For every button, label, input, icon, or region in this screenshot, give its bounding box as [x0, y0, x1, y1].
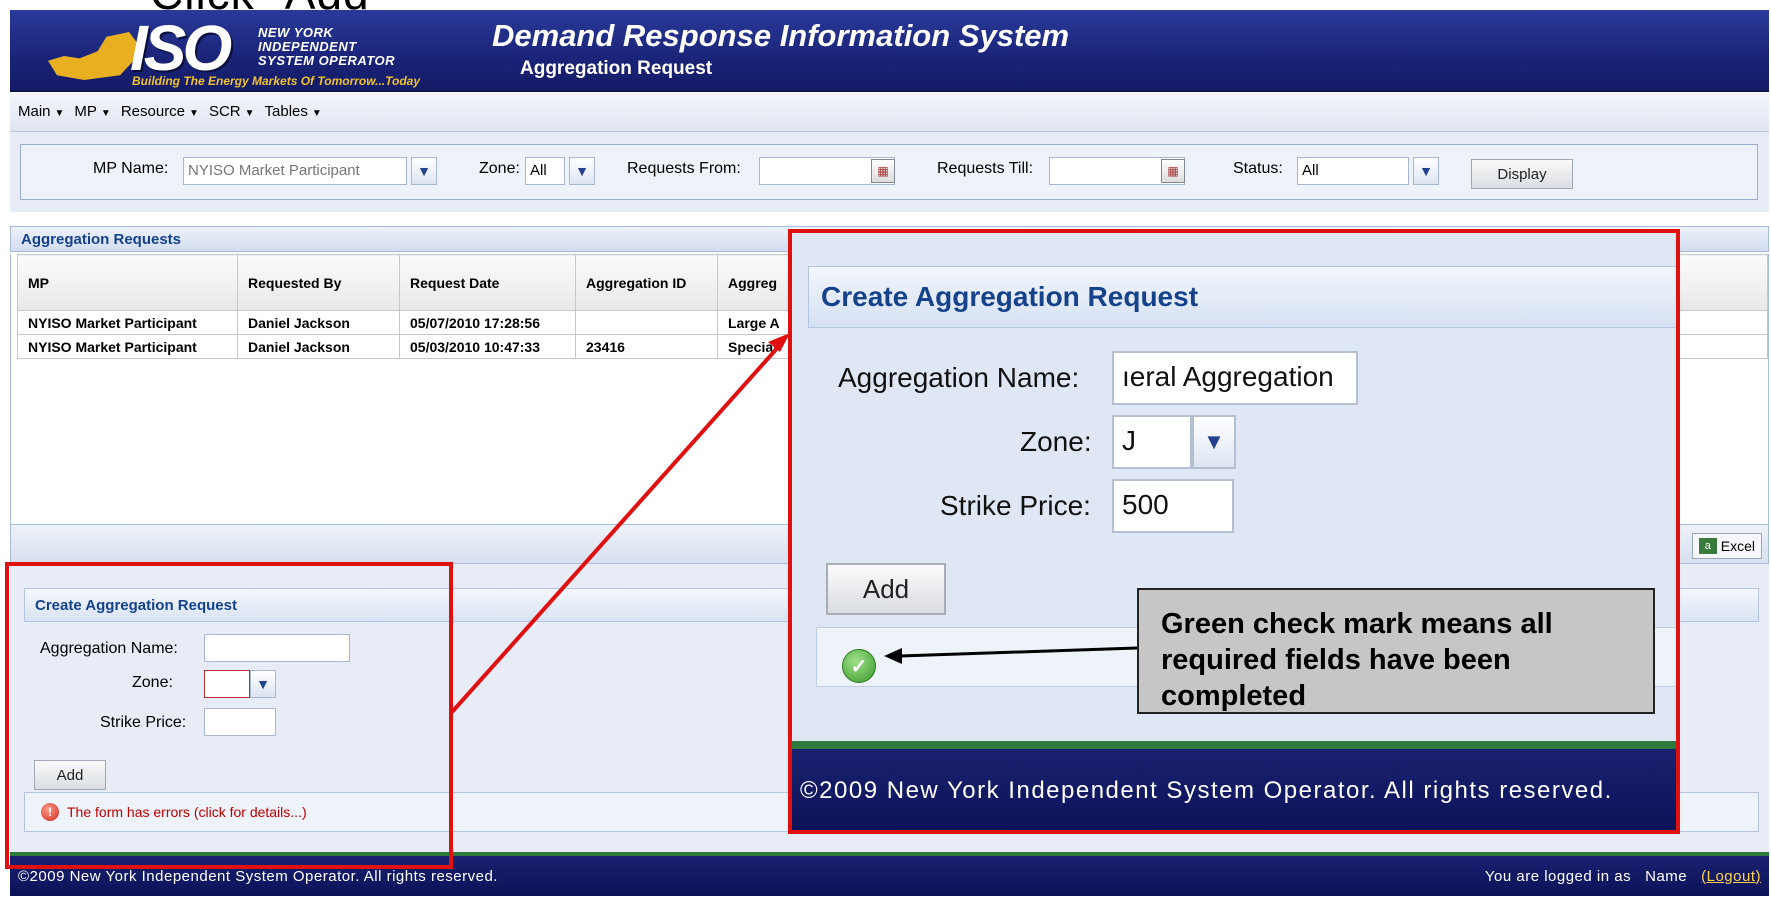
filter-area: MP Name: NYISO Market Participant ▼ Zone…: [10, 132, 1769, 212]
cell-aggregation-id: [575, 310, 718, 335]
cell-requested-by: Daniel Jackson: [237, 334, 400, 359]
status-select[interactable]: All: [1297, 157, 1409, 185]
excel-icon: a: [1698, 538, 1717, 554]
column-header-request-date[interactable]: Request Date: [399, 254, 576, 311]
menu-tables-label: Tables: [264, 103, 308, 120]
login-status: You are logged in as Name (Logout): [1485, 868, 1761, 885]
status-dropdown-arrow-icon[interactable]: ▼: [1413, 157, 1439, 185]
menu-mp-label: MP: [74, 103, 97, 120]
menu-main-label: Main: [18, 103, 51, 120]
cell-request-date: 05/03/2010 10:47:33: [399, 334, 576, 359]
excel-button-label: Excel: [1720, 538, 1755, 554]
cell-mp: NYISO Market Participant: [17, 310, 238, 335]
column-header-requested-by[interactable]: Requested By: [237, 254, 400, 311]
main-menu-bar: Main ▼ MP ▼ Resource ▼ SCR ▼ Tables ▼: [10, 92, 1769, 132]
zone-dropdown-arrow-icon[interactable]: ▼: [569, 157, 595, 185]
chevron-down-icon: ▼: [54, 108, 65, 119]
column-header-aggregation-id[interactable]: Aggregation ID: [575, 254, 718, 311]
menu-resource-label: Resource: [120, 103, 186, 120]
chevron-down-icon: ▼: [189, 108, 199, 119]
logo-iso-text: ISO: [130, 12, 232, 84]
highlight-box-form: [5, 562, 453, 869]
requests-from-label: Requests From:: [627, 160, 741, 177]
cell-requested-by: Daniel Jackson: [237, 310, 400, 335]
menu-main[interactable]: Main ▼: [18, 103, 64, 120]
cell-request-date: 05/07/2010 17:28:56: [399, 310, 576, 335]
menu-scr-label: SCR: [208, 103, 241, 120]
chevron-down-icon: ▼: [311, 108, 322, 119]
logo-line-3: SYSTEM OPERATOR: [258, 53, 396, 68]
logged-in-user: Name: [1645, 867, 1688, 885]
zone-filter-label: Zone:: [479, 160, 520, 177]
nyiso-logo: ISO NEW YORK INDEPENDENT SYSTEM OPERATOR…: [30, 14, 470, 90]
display-button[interactable]: Display: [1471, 159, 1573, 189]
app-header: ISO NEW YORK INDEPENDENT SYSTEM OPERATOR…: [10, 10, 1769, 92]
app-title: Demand Response Information System: [492, 18, 1070, 53]
logged-in-label: You are logged in as: [1484, 867, 1632, 885]
logo-line-2: INDEPENDENT: [258, 39, 357, 54]
menu-scr[interactable]: SCR ▼: [209, 103, 255, 120]
chevron-down-icon: ▼: [100, 108, 111, 119]
export-excel-button[interactable]: a Excel: [1691, 533, 1762, 559]
menu-tables[interactable]: Tables ▼: [265, 103, 322, 120]
calendar-icon[interactable]: ▦: [1161, 159, 1185, 183]
requests-till-label: Requests Till:: [937, 160, 1034, 177]
footer-copyright: ©2009 New York Independent System Operat…: [18, 867, 498, 885]
page-subtitle: Aggregation Request: [520, 58, 713, 79]
logo-company-name: NEW YORK INDEPENDENT SYSTEM OPERATOR: [258, 26, 395, 68]
mp-name-select[interactable]: NYISO Market Participant: [183, 157, 407, 185]
filter-panel: MP Name: NYISO Market Participant ▼ Zone…: [20, 144, 1758, 200]
chevron-down-icon: ▼: [244, 108, 255, 119]
zone-filter-select[interactable]: All: [525, 157, 565, 185]
cell-aggregation-id: 23416: [575, 334, 718, 359]
mp-name-dropdown-arrow-icon[interactable]: ▼: [411, 157, 437, 185]
menu-resource[interactable]: Resource ▼: [121, 103, 199, 120]
cell-mp: NYISO Market Participant: [17, 334, 238, 359]
logo-line-1: NEW YORK: [258, 25, 334, 40]
ny-state-logo-icon: [48, 32, 138, 80]
calendar-icon[interactable]: ▦: [871, 159, 895, 183]
column-header-mp[interactable]: MP: [17, 254, 238, 311]
mp-name-label: MP Name:: [93, 160, 169, 177]
highlight-box-zoom: [788, 229, 1680, 834]
annotation-note: Green check mark means all required fiel…: [1137, 588, 1655, 714]
logout-link[interactable]: (Logout): [1701, 868, 1761, 885]
status-label: Status:: [1233, 160, 1283, 177]
logo-tagline: Building The Energy Markets Of Tomorrow.…: [132, 74, 421, 88]
menu-mp[interactable]: MP ▼: [74, 103, 110, 120]
